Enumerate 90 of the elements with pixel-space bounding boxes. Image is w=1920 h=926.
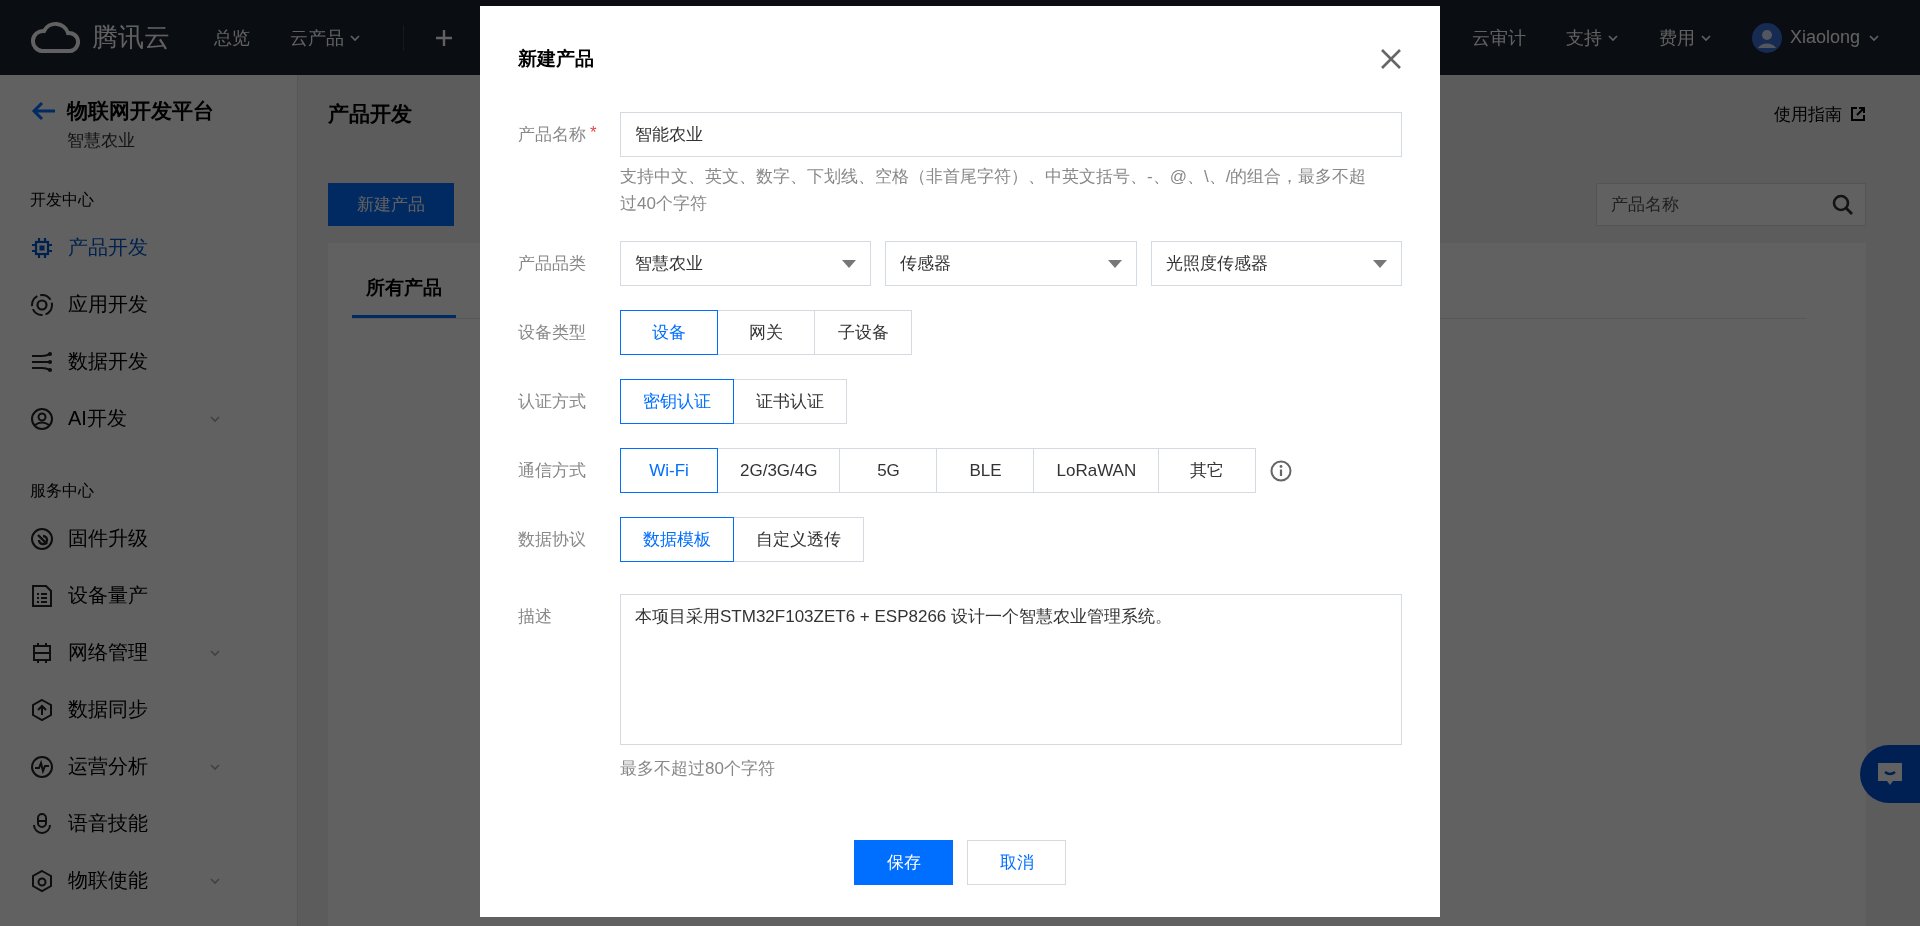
user-circle-icon — [30, 406, 54, 431]
plus-icon — [434, 27, 454, 48]
segment-option[interactable]: 自定义透传 — [733, 517, 864, 562]
select-field[interactable]: 传感器 — [885, 241, 1137, 286]
info-icon — [1270, 459, 1293, 482]
chevron-down-icon — [209, 647, 221, 658]
chevron-down-icon — [349, 32, 361, 43]
segment-option[interactable]: LoRaWAN — [1033, 448, 1160, 493]
platform-title: 物联网开发平台 — [67, 98, 214, 124]
close-icon — [1380, 48, 1402, 70]
segment-option[interactable]: 证书认证 — [733, 379, 847, 424]
frame-icon — [30, 640, 54, 665]
section-heading: 开发中心 — [29, 190, 95, 210]
caret-down-icon — [1373, 259, 1387, 268]
field-label: 设备类型 — [518, 322, 586, 344]
chevron-down-icon — [209, 761, 221, 772]
flow-lines-icon — [30, 349, 54, 374]
hexagon-icon — [30, 868, 54, 893]
nav-link[interactable]: 云审计 — [1471, 25, 1526, 50]
nav-link[interactable]: 总览 — [214, 25, 250, 50]
field-label: 描述 — [518, 606, 552, 628]
nav-link[interactable]: 云产品 — [290, 25, 361, 50]
page-title: 产品开发 — [328, 101, 412, 127]
pulse-icon — [30, 754, 54, 779]
sidebar-item[interactable]: 产品开发 — [0, 219, 297, 276]
sidebar-item[interactable]: 固件升级 — [0, 510, 297, 567]
cloud-logo-icon — [30, 20, 80, 55]
sidebar-item[interactable]: 语音技能 — [0, 795, 297, 852]
guide-link[interactable]: 使用指南 — [1774, 102, 1866, 126]
dialog-title: 新建产品 — [518, 47, 594, 71]
segment-option[interactable]: BLE — [936, 448, 1035, 493]
select-field[interactable]: 光照度传感器 — [1150, 241, 1402, 286]
sidebar-item[interactable]: 网络管理 — [0, 624, 297, 681]
project-name: 智慧农业 — [67, 130, 136, 152]
nav-link[interactable]: 支持 — [1565, 25, 1619, 50]
caret-down-icon — [842, 259, 857, 268]
field-label: 通信方式 — [518, 460, 586, 482]
sidebar-item[interactable]: 运营分析 — [0, 738, 297, 795]
tab[interactable]: 所有产品 — [352, 275, 456, 318]
field-label: 产品名称 — [518, 124, 586, 146]
chat-bubble-icon — [1876, 761, 1904, 787]
segment-option[interactable]: 密钥认证 — [620, 379, 734, 424]
segment-option[interactable]: 5G — [839, 448, 938, 493]
sidebar-item[interactable]: 设备量产 — [0, 567, 297, 624]
field-hint: 最多不超过80个字符 — [620, 758, 776, 780]
caret-down-icon — [1107, 259, 1122, 268]
chevron-down-icon — [209, 875, 221, 886]
new-product-button[interactable]: 新建产品 — [328, 183, 454, 226]
field-label: 数据协议 — [518, 529, 586, 551]
segment-option[interactable]: 设备 — [620, 310, 718, 355]
section-heading: 服务中心 — [29, 481, 95, 501]
brand-name[interactable]: 腾讯云 — [92, 20, 170, 55]
dialog-button[interactable]: 保存 — [854, 840, 953, 885]
user-menu[interactable]: Xiaolong — [1751, 22, 1880, 53]
field-label: 认证方式 — [518, 391, 586, 413]
wrench-icon — [30, 526, 54, 551]
sidebar-item[interactable]: 数据开发 — [0, 333, 297, 390]
chevron-down-icon — [209, 413, 221, 424]
avatar-icon — [1751, 22, 1782, 53]
segment-option[interactable]: 其它 — [1158, 448, 1257, 493]
document-list-icon — [30, 583, 54, 608]
chat-button[interactable] — [1860, 745, 1920, 803]
sidebar-item[interactable]: AI开发 — [0, 390, 297, 447]
field-hint: 支持中文、英文、数字、下划线、空格（非首尾字符）、中英文括号、-、@、\、/的组合，最多不超过40个字符 — [620, 166, 1368, 215]
sidebar-item[interactable]: 应用开发 — [0, 276, 297, 333]
segment-option[interactable]: 数据模板 — [620, 517, 734, 562]
sidebar-item[interactable]: 数据同步 — [0, 681, 297, 738]
upload-hexagon-icon — [30, 697, 54, 722]
chip-icon — [30, 235, 54, 260]
back-arrow-icon — [30, 100, 57, 122]
segment-option[interactable]: 网关 — [717, 310, 815, 355]
external-link-icon — [1850, 106, 1866, 122]
segment-option[interactable]: Wi-Fi — [620, 448, 718, 493]
segment-option[interactable]: 子设备 — [814, 310, 912, 355]
input-field[interactable]: 智能农业 — [620, 112, 1402, 157]
target-icon — [30, 292, 54, 317]
required-mark: * — [590, 123, 597, 144]
microphone-icon — [30, 811, 54, 836]
field-label: 产品品类 — [518, 253, 586, 275]
chevron-down-icon — [1699, 32, 1712, 43]
sidebar-item[interactable]: 物联使能 — [0, 852, 297, 909]
description-field[interactable]: 本项目采用STM32F103ZET6 + ESP8266 设计一个智慧农业管理系统。 — [620, 594, 1402, 745]
chevron-down-icon — [1868, 32, 1880, 43]
select-field[interactable]: 智慧农业 — [620, 241, 872, 286]
nav-link[interactable]: 费用 — [1658, 25, 1712, 50]
search-field[interactable]: 产品名称 — [1596, 183, 1866, 226]
search-icon — [1832, 194, 1854, 216]
dialog-button[interactable]: 取消 — [967, 840, 1066, 885]
chevron-down-icon — [1606, 32, 1619, 43]
segment-option[interactable]: 2G/3G/4G — [717, 448, 841, 493]
